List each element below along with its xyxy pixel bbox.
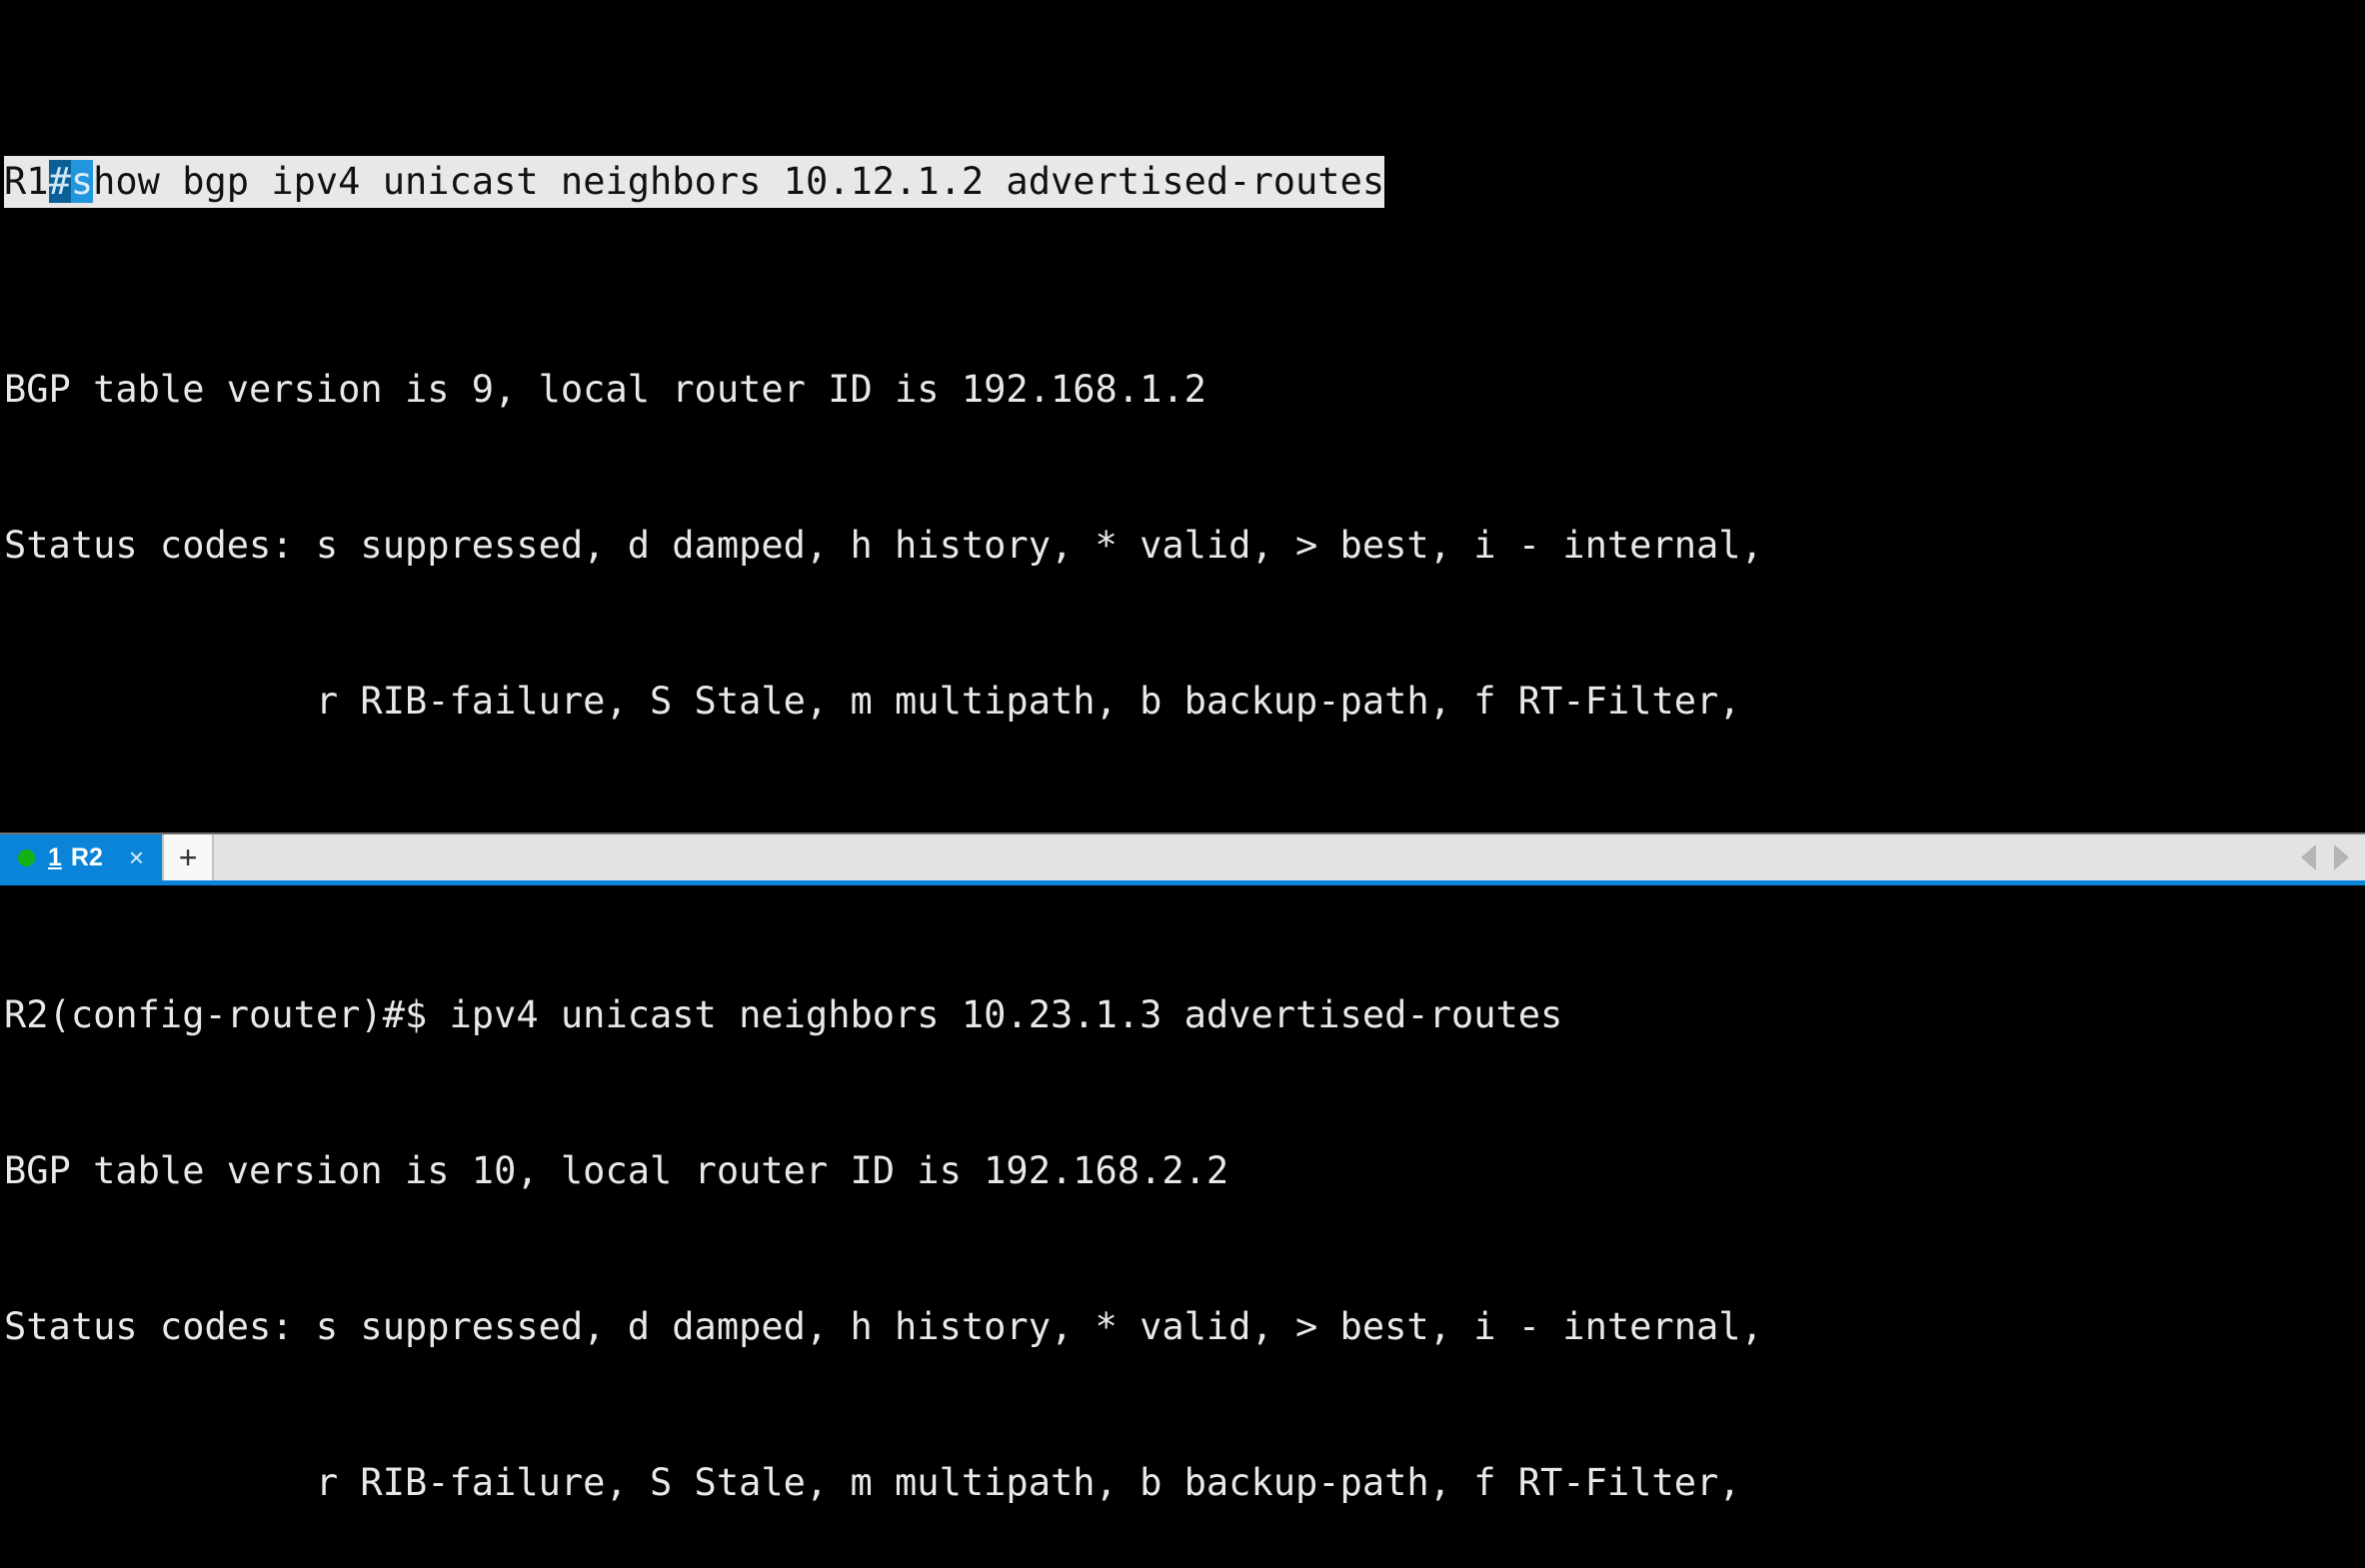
terminal-output-r1[interactable]: R1#show bgp ipv4 unicast neighbors 10.12…: [0, 0, 2365, 832]
command-line-selection-wrapper[interactable]: R1#show bgp ipv4 unicast neighbors 10.12…: [4, 156, 1385, 208]
new-tab-button[interactable]: +: [162, 834, 215, 880]
selected-char-hash: #: [48, 160, 71, 203]
output-line: BGP table version is 10, local router ID…: [4, 1149, 1229, 1192]
command-text-r1: how bgp ipv4 unicast neighbors 10.12.1.2…: [93, 160, 1385, 203]
chevron-right-icon[interactable]: [2334, 844, 2349, 870]
terminal-window: R1#show bgp ipv4 unicast neighbors 10.12…: [0, 0, 2365, 1568]
output-line: Status codes: s suppressed, d damped, h …: [4, 524, 1763, 567]
chevron-left-icon[interactable]: [2301, 844, 2316, 870]
status-dot-icon: [18, 848, 35, 866]
tab-bar-spacer: [214, 834, 2301, 880]
command-line-r2: R2(config-router)#$ ipv4 unicast neighbo…: [4, 993, 1563, 1036]
terminal-pane-r2[interactable]: R2(config-router)#$ ipv4 unicast neighbo…: [0, 885, 2365, 1568]
tab-scroll-controls: [2301, 834, 2365, 880]
output-line: BGP table version is 9, local router ID …: [4, 368, 1206, 411]
tab-bar: 1 R2 × +: [0, 832, 2365, 885]
output-line: r RIB-failure, S Stale, m multipath, b b…: [4, 680, 1741, 723]
selected-char-s: s: [70, 160, 94, 203]
command-line-r1[interactable]: R1#show bgp ipv4 unicast neighbors 10.12…: [4, 156, 2365, 208]
terminal-pane-r1[interactable]: R1#show bgp ipv4 unicast neighbors 10.12…: [0, 0, 2365, 832]
output-line: Status codes: s suppressed, d damped, h …: [4, 1305, 1763, 1348]
terminal-output-r2[interactable]: R2(config-router)#$ ipv4 unicast neighbo…: [0, 885, 2365, 1568]
tab-index-label: 1: [48, 842, 62, 871]
prompt-r1: R1: [4, 160, 49, 203]
close-icon[interactable]: ×: [125, 842, 148, 872]
tab-title-label: R2: [70, 842, 103, 871]
output-line: r RIB-failure, S Stale, m multipath, b b…: [4, 1461, 1741, 1504]
tab-r2[interactable]: 1 R2 ×: [0, 834, 163, 880]
